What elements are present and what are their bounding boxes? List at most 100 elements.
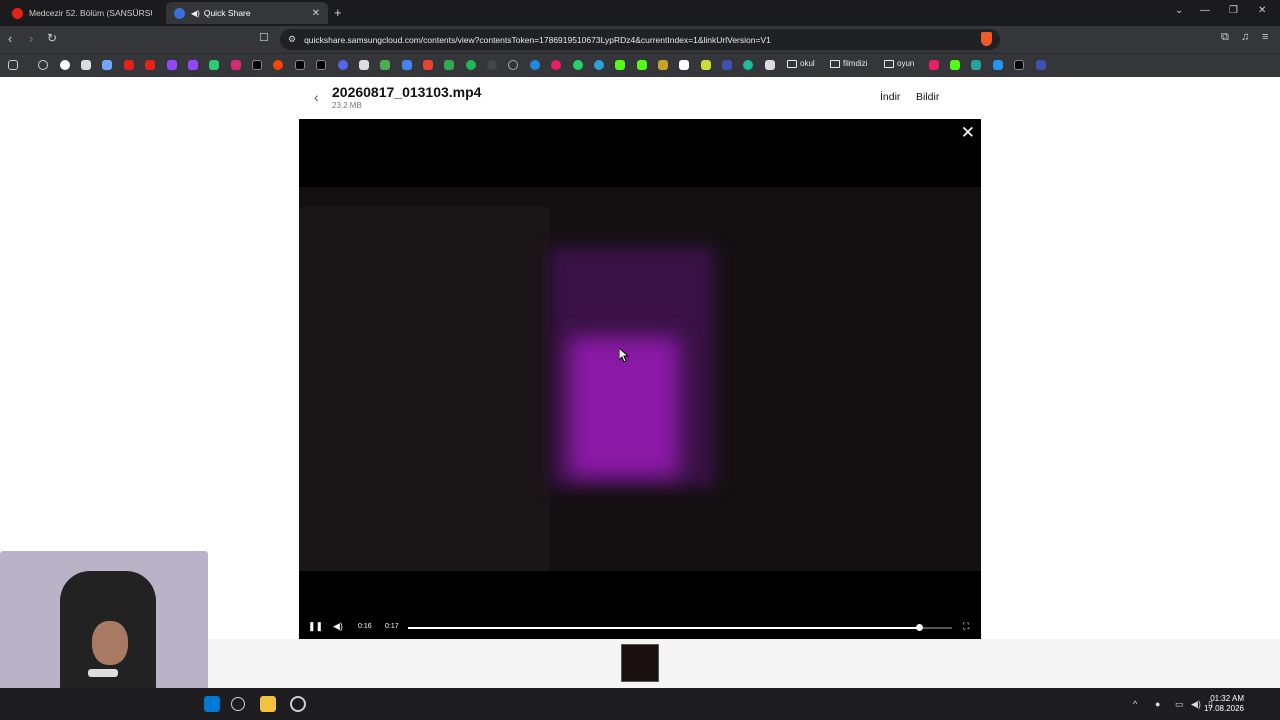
tab-title: Medcezir 52. Bölüm (SANSÜRSÜZ) · [29,8,152,18]
back-arrow-icon[interactable]: ‹ [314,89,319,105]
new-tab-button[interactable]: + [334,5,342,20]
taskbar: ^ ● ▭ ◀) ▯ 01:32 AM 17.08.2026 [0,688,1280,720]
seek-handle[interactable] [916,624,924,631]
bookmark-icon[interactable]: ☐ [259,31,269,44]
volume-icon[interactable]: ◀) [333,621,343,632]
download-button[interactable]: İndir [880,91,900,103]
speaker-icon[interactable]: ◀) [1191,699,1201,710]
file-size: 23.2 MB [332,101,362,110]
bookmark-icon-13[interactable] [722,60,732,70]
close-tab-icon[interactable]: ✕ [312,8,320,19]
close-player-icon[interactable]: ✕ [961,123,975,143]
video-thumbnail[interactable] [621,644,659,682]
github-icon[interactable] [508,60,518,70]
gmail-icon[interactable] [423,60,433,70]
clock-date: 17.08.2026 [1203,704,1244,713]
youtube-icon [12,7,23,19]
bookmark-icon-2[interactable] [102,60,112,70]
clock-time: 01:32 AM [1210,694,1244,703]
brave-shield-icon[interactable] [981,32,992,46]
search-icon[interactable] [231,697,245,711]
network-icon[interactable]: ▭ [1175,699,1184,710]
bookmark-icon-4[interactable] [295,60,305,70]
site-info-icon[interactable]: ⚙ [288,34,296,45]
kick-icon[interactable] [615,60,625,70]
bookmarks-bar: okul filmdizi oyun [0,53,1280,77]
window-close-icon[interactable]: ✕ [1258,5,1266,16]
file-name: 20260817_013103.mp4 [332,84,482,100]
bookmark-icon-3[interactable] [209,60,219,70]
twitch-icon-2[interactable] [188,60,198,70]
bookmark-icon-5[interactable] [359,60,369,70]
extensions-icon[interactable]: ⧉ [1221,31,1229,44]
media-icon[interactable]: ♫ [1241,31,1249,43]
bookmark-icon-15[interactable] [765,60,775,70]
restore-icon[interactable]: ❐ [1229,5,1238,16]
twitch-icon[interactable] [167,60,177,70]
bookmark-icon-11[interactable] [679,60,689,70]
bookmark-folder-oyun[interactable]: oyun [884,59,914,68]
kick-icon-3[interactable] [950,60,960,70]
bookmark-icon-19[interactable] [1014,60,1024,70]
address-bar[interactable]: ⚙ quickshare.samsungcloud.com/contents/v… [280,29,1000,50]
bookmark-icon-16[interactable] [929,60,939,70]
bookmark-icon-20[interactable] [1036,60,1046,70]
pause-icon[interactable]: ❚❚ [308,621,323,632]
file-explorer-icon[interactable] [260,696,276,712]
discord-icon[interactable] [338,60,348,70]
instagram-icon[interactable] [231,60,241,70]
bookmark-icon-10[interactable] [658,60,668,70]
report-button[interactable]: Bildir [916,91,939,103]
google-icon[interactable] [60,60,70,70]
bookmark-folder-okul[interactable]: okul [787,59,815,68]
apps-icon[interactable] [8,60,18,70]
tray-chevron-icon[interactable]: ^ [1133,699,1137,709]
bookmark-icon-14[interactable] [743,60,753,70]
video-player[interactable]: ✕ ❚❚ ◀) 0:16 0:17 ⛶ [299,119,981,639]
tab-title: Quick Share [203,8,251,18]
folder-icon [787,59,797,68]
tiktok-icon[interactable] [316,60,326,70]
current-time: 0:16 [358,623,372,630]
seek-bar[interactable] [408,624,952,631]
reload-icon[interactable]: ↻ [47,31,57,45]
kick-icon-2[interactable] [637,60,647,70]
minimize-icon[interactable]: — [1200,5,1210,16]
start-icon[interactable] [204,696,220,712]
tab-medcezir[interactable]: Medcezir 52. Bölüm (SANSÜRSÜZ) · [4,2,160,24]
folder-icon [884,59,894,68]
reddit-icon[interactable] [273,60,283,70]
clock[interactable]: 01:32 AM 17.08.2026 [1204,694,1244,714]
history-icon[interactable] [38,60,48,70]
bookmark-icon-12[interactable] [701,60,711,70]
whatsapp-icon[interactable] [573,60,583,70]
bookmark-icon-17[interactable] [971,60,981,70]
bookmark-icon-1[interactable] [81,60,91,70]
app-icon[interactable] [290,696,306,712]
x-icon[interactable] [252,60,262,70]
menu-icon[interactable]: ≡ [1262,31,1268,43]
quickshare-icon [174,7,185,19]
drive-icon[interactable] [444,60,454,70]
tab-search-icon[interactable]: ⌄ [1175,5,1183,16]
microphone-icon[interactable]: ● [1155,699,1160,709]
video-frame[interactable] [299,187,981,571]
bookmark-icon-9[interactable] [551,60,561,70]
youtube-bookmark-icon-2[interactable] [145,60,155,70]
fullscreen-icon[interactable]: ⛶ [963,621,969,632]
forward-icon[interactable]: › [29,31,33,46]
telegram-icon[interactable] [594,60,604,70]
spotify-icon[interactable] [466,60,476,70]
bookmark-folder-filmdizi[interactable]: filmdizi [830,59,867,68]
duration: 0:17 [385,623,399,630]
youtube-bookmark-icon[interactable] [124,60,134,70]
bookmark-icon-18[interactable] [993,60,1003,70]
back-icon[interactable]: ‹ [8,31,12,46]
translate-icon[interactable] [402,60,412,70]
bookmark-icon-8[interactable] [530,60,540,70]
audio-playing-icon: ◀) [191,8,200,18]
tab-quick-share[interactable]: ◀) Quick Share ✕ [166,2,328,24]
bookmark-icon-6[interactable] [380,60,390,70]
webcam-person [92,621,128,665]
bookmark-icon-7[interactable] [487,60,497,70]
